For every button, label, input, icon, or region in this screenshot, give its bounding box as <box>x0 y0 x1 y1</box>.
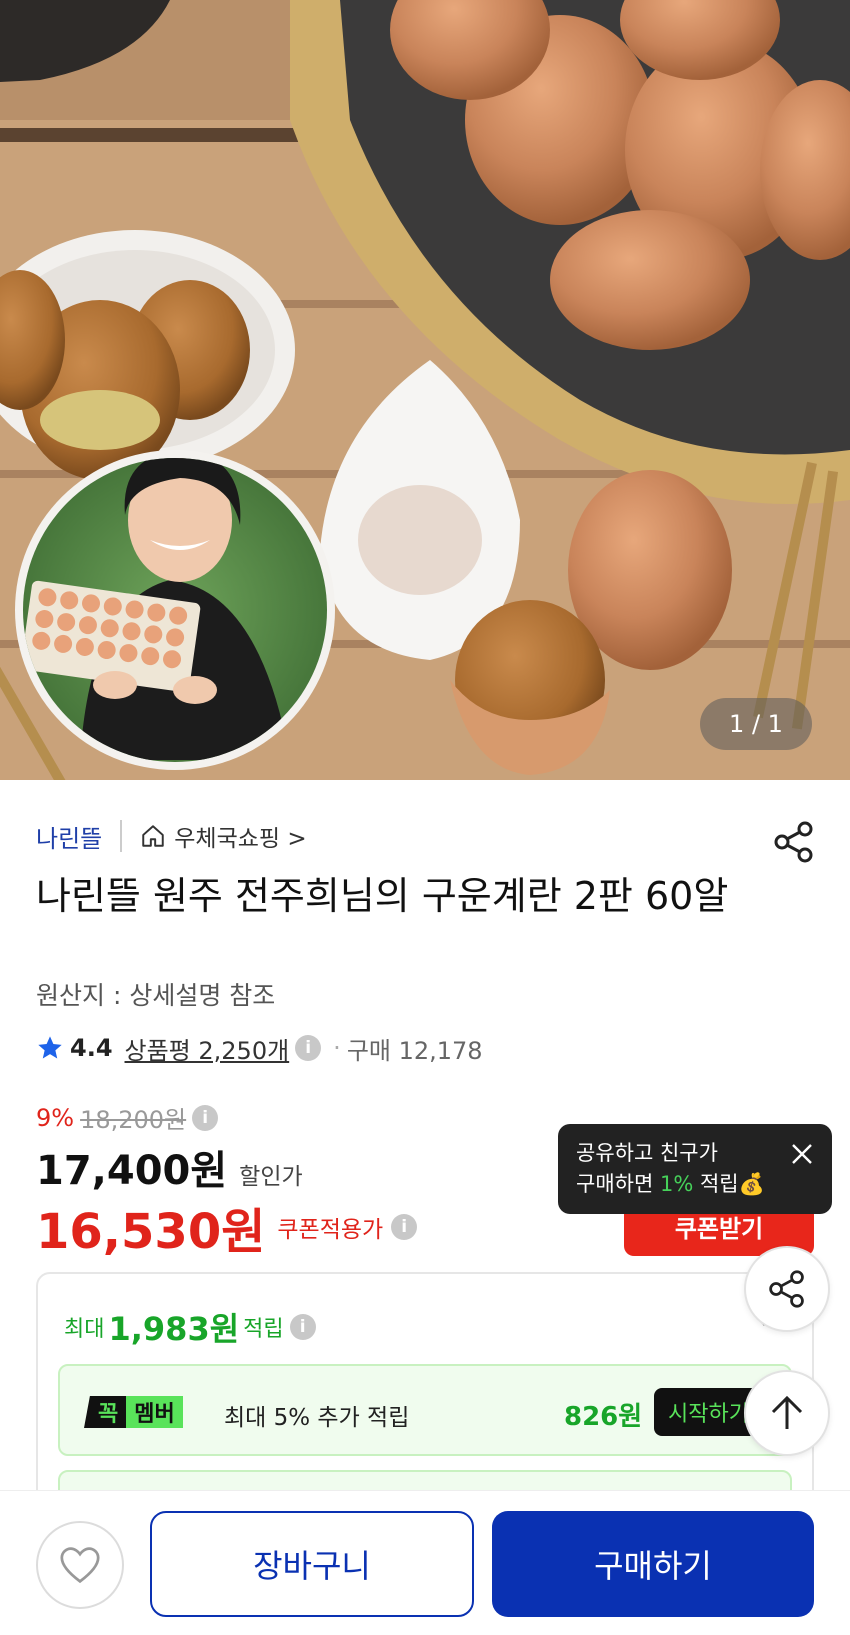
wishlist-button[interactable] <box>36 1521 124 1609</box>
info-icon[interactable]: i <box>192 1104 219 1131</box>
share-icon <box>774 821 813 863</box>
heart-icon <box>60 1547 100 1584</box>
home-icon <box>142 825 164 847</box>
member-box: 꼭 멤버 최대 5% 추가 적립 826원 시작하기 <box>58 1364 792 1456</box>
divider <box>120 820 123 852</box>
product-origin: 원산지 : 상세설명 참조 <box>36 981 276 1010</box>
channel-label: 우체국쇼핑 > <box>174 826 307 852</box>
member-amount: 826원 <box>564 1402 643 1432</box>
info-icon[interactable]: i <box>391 1214 418 1240</box>
share-button[interactable] <box>772 820 816 864</box>
purchase-count: 구매 12,178 <box>346 1036 483 1065</box>
store-row: 나린뜰 우체국쇼핑 > <box>36 818 307 854</box>
member-badge-b: 멤버 <box>126 1396 183 1428</box>
reward-prefix: 최대 <box>64 1317 105 1342</box>
reward-header[interactable]: 최대 1,983원 적립 i <box>64 1304 316 1350</box>
arrow-up-icon <box>771 1395 803 1429</box>
member-badge-a: 꼭 <box>84 1396 127 1428</box>
product-title: 나린뜰 원주 전주희님의 구운계란 2판 60알 <box>36 874 729 918</box>
close-icon[interactable] <box>790 1142 814 1166</box>
tooltip-text-suffix: 적립💰 <box>693 1172 765 1196</box>
coupon-label: 쿠폰적용가 <box>277 1217 384 1243</box>
rating-score: 4.4 <box>70 1034 113 1062</box>
share-icon <box>769 1270 804 1308</box>
discount-rate: 9% <box>36 1103 75 1132</box>
sale-price: 17,400원 <box>36 1148 228 1194</box>
reward-amount: 1,983원 <box>108 1310 240 1348</box>
member-badge: 꼭 멤버 <box>84 1396 183 1428</box>
member-text: 최대 5% 추가 적립 <box>224 1405 410 1431</box>
info-icon[interactable]: i <box>289 1314 316 1340</box>
bottom-action-bar: 장바구니 구매하기 <box>0 1490 850 1635</box>
cart-label: 장바구니 <box>253 1547 371 1585</box>
start-button-label: 시작하기 <box>668 1402 749 1427</box>
product-image[interactable]: 1 / 1 <box>0 0 850 780</box>
tooltip-line1: 공유하고 친구가 <box>576 1141 718 1165</box>
reward-suffix: 적립 <box>243 1317 284 1342</box>
tooltip-rate: 1% <box>659 1172 694 1196</box>
info-icon[interactable]: i <box>295 1035 322 1061</box>
star-icon <box>38 1036 62 1059</box>
buy-label: 구매하기 <box>594 1547 712 1585</box>
separator-dot: · <box>333 1034 341 1062</box>
rating-row: 4.4 상품평 2,250개 i · 구매 12,178 <box>36 1030 483 1066</box>
discount-row: 9% 18,200원 i <box>36 1100 219 1135</box>
original-price: 18,200원 <box>80 1106 187 1134</box>
cart-button[interactable]: 장바구니 <box>150 1511 474 1617</box>
coupon-price: 16,530원 <box>36 1204 266 1260</box>
sale-label: 할인가 <box>239 1164 303 1190</box>
product-photo <box>0 0 850 780</box>
channel-link[interactable]: 우체국쇼핑 > <box>140 819 307 853</box>
review-link[interactable]: 상품평 2,250개 <box>125 1031 290 1066</box>
seller-link[interactable]: 나린뜰 <box>36 819 102 854</box>
tooltip-text: 구매하면 <box>576 1172 660 1196</box>
floating-share-button[interactable] <box>744 1246 830 1332</box>
coupon-row: 16,530원 쿠폰적용가 i <box>36 1192 418 1262</box>
image-pager: 1 / 1 <box>700 698 812 750</box>
tooltip-line2: 구매하면 1% 적립💰 <box>576 1169 814 1200</box>
sale-row: 17,400원 할인가 <box>36 1138 303 1196</box>
share-tooltip: 공유하고 친구가 구매하면 1% 적립💰 <box>558 1124 832 1214</box>
scroll-top-button[interactable] <box>744 1370 830 1456</box>
buy-button[interactable]: 구매하기 <box>492 1511 814 1617</box>
